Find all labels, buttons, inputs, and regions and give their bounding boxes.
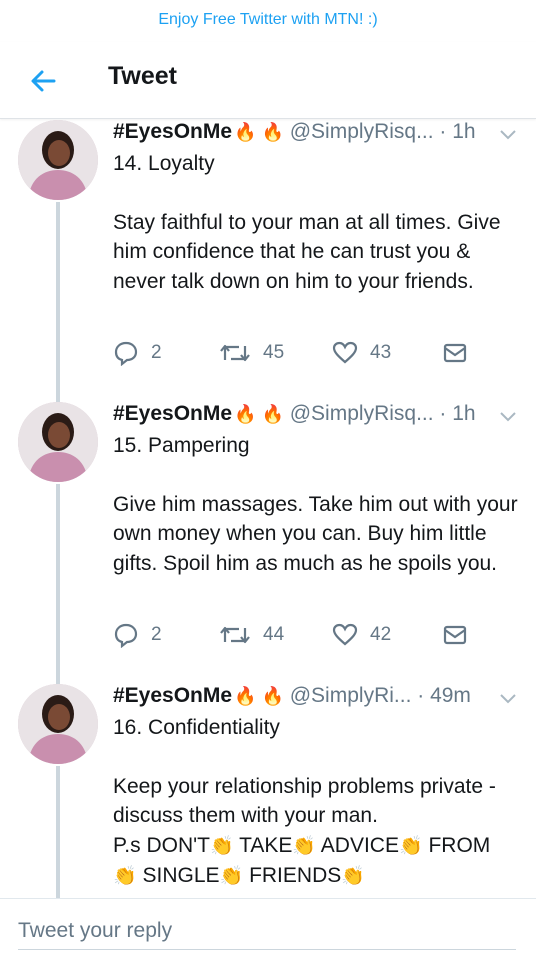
tweet-title: 16. Confidentiality [113, 716, 280, 739]
tweet-item[interactable]: #EyesOnMe 🔥 🔥 @SimplyRi... · 49m 16. Conf… [0, 682, 536, 898]
ps-word: SINGLE [142, 864, 220, 887]
fire-emoji: 🔥 🔥 [234, 122, 284, 142]
clap-emoji: 👏 [341, 866, 365, 887]
reply-icon [114, 341, 138, 366]
reply-button[interactable]: 2 [113, 622, 162, 648]
chevron-down-icon[interactable] [498, 410, 518, 424]
retweet-count: 44 [263, 624, 285, 645]
tweet-thread[interactable]: #EyesOnMe 🔥 🔥 @SimplyRisq... · 1h 14. Loy… [0, 118, 536, 898]
chevron-down-icon[interactable] [498, 128, 518, 142]
tweet-ps-line: P.s DON'T👏 TAKE👏 ADVICE👏 FROM 👏 SINGLE👏 … [113, 831, 518, 892]
tweet-title: 14. Loyalty [113, 152, 215, 175]
promo-banner[interactable]: Enjoy Free Twitter with MTN! :) [0, 0, 536, 42]
like-count: 43 [370, 342, 392, 363]
tweet-item[interactable]: #EyesOnMe 🔥 🔥 @SimplyRisq... · 1h 15. Pam… [0, 400, 536, 670]
retweet-button[interactable]: 44 [219, 622, 284, 648]
clap-emoji: 👏 [398, 835, 423, 857]
heart-icon [332, 623, 358, 646]
avatar[interactable] [18, 120, 98, 200]
author-handle[interactable]: @SimplyRi... [290, 684, 412, 707]
retweet-count: 45 [263, 342, 285, 363]
avatar[interactable] [18, 402, 98, 482]
tweet-title: 15. Pampering [113, 434, 250, 457]
ps-word: P.s DON'T [113, 833, 210, 857]
like-button[interactable]: 43 [332, 340, 391, 366]
app-bar: Tweet [0, 42, 536, 119]
page-title: Tweet [108, 62, 177, 90]
clap-emoji: 👏 [113, 866, 137, 887]
author-name[interactable]: #EyesOnMe [113, 120, 232, 143]
retweet-icon [220, 344, 250, 362]
tweet-time: · 1h [439, 120, 476, 143]
message-button[interactable] [442, 622, 468, 648]
reply-bar [0, 898, 536, 961]
clap-emoji: 👏 [209, 835, 234, 857]
ps-word: FRIENDS [249, 864, 342, 887]
tweet-item[interactable]: #EyesOnMe 🔥 🔥 @SimplyRisq... · 1h 14. Loy… [0, 118, 536, 388]
clap-emoji: 👏 [219, 866, 244, 887]
fire-emoji: 🔥 🔥 [234, 686, 284, 706]
tweet-text: Stay faithful to your man at all times. … [113, 210, 501, 293]
tweet-text: Give him massages. Take him out with you… [113, 492, 518, 575]
like-button[interactable]: 42 [332, 622, 391, 648]
like-count: 42 [370, 624, 392, 645]
avatar[interactable] [18, 684, 98, 764]
author-handle[interactable]: @SimplyRisq... [290, 120, 434, 143]
tweet-time: · 1h [439, 402, 476, 425]
retweet-icon [220, 626, 250, 644]
envelope-icon [443, 343, 467, 363]
author-name[interactable]: #EyesOnMe [113, 684, 232, 707]
author-handle[interactable]: @SimplyRisq... [290, 402, 434, 425]
ps-word: ADVICE [320, 833, 399, 857]
tweet-time: · 49m [417, 684, 471, 707]
author-name[interactable]: #EyesOnMe [113, 402, 232, 425]
message-button[interactable] [442, 340, 468, 366]
ps-word: FROM [428, 833, 491, 857]
heart-icon [332, 341, 358, 364]
arrow-left-icon[interactable] [28, 66, 58, 96]
reply-icon [114, 623, 138, 648]
envelope-icon [443, 625, 467, 645]
ps-word: TAKE [239, 833, 293, 857]
reply-count: 2 [151, 342, 162, 363]
reply-button[interactable]: 2 [113, 340, 162, 366]
reply-count: 2 [151, 624, 162, 645]
retweet-button[interactable]: 45 [219, 340, 284, 366]
reply-input[interactable] [18, 913, 516, 950]
fire-emoji: 🔥 🔥 [234, 404, 284, 424]
clap-emoji: 👏 [292, 835, 317, 857]
tweet-text: Keep your relationship problems private … [113, 774, 496, 828]
chevron-down-icon[interactable] [498, 692, 518, 706]
